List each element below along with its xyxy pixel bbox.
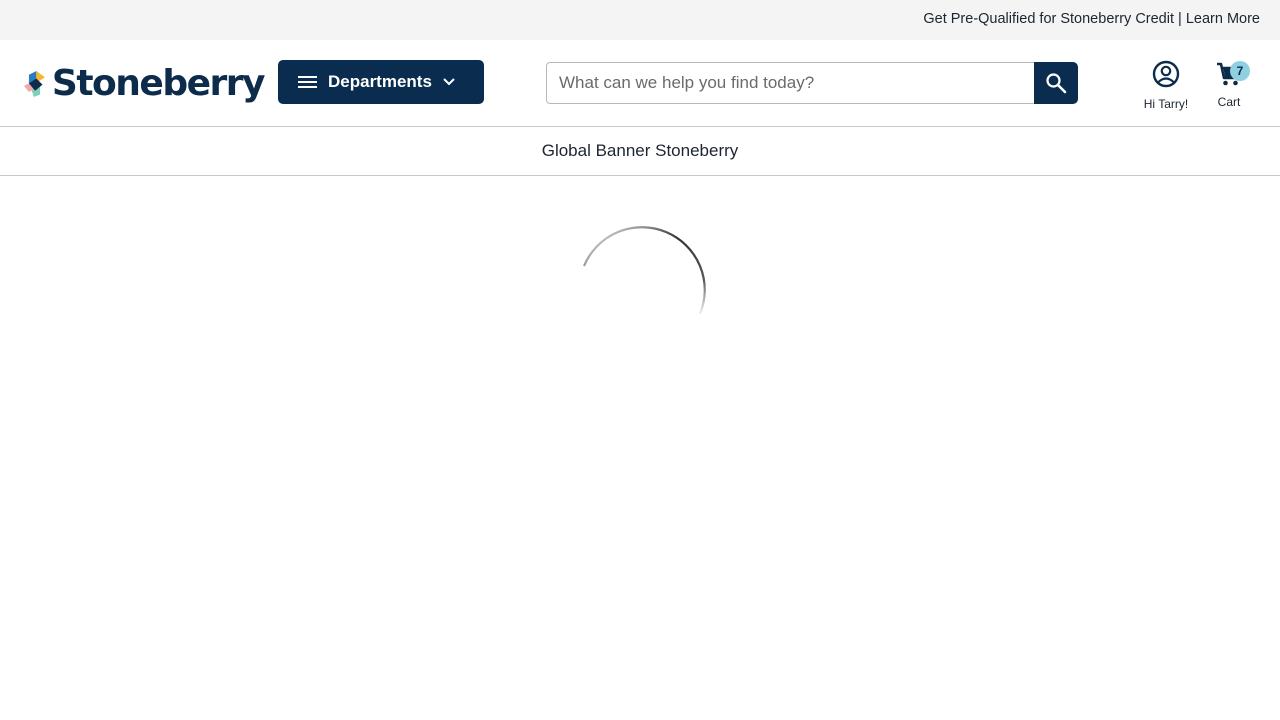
global-banner: Global Banner Stoneberry	[0, 127, 1280, 176]
account-link[interactable]: Hi Tarry!	[1136, 60, 1196, 112]
search-icon	[1046, 73, 1067, 94]
logo-wordmark: Stoneberry	[51, 63, 266, 104]
cart-label: Cart	[1217, 95, 1241, 109]
user-circle-icon	[1152, 60, 1180, 88]
search-bar	[546, 62, 1078, 104]
learn-more-link[interactable]: Learn More	[1186, 11, 1260, 27]
loading-spinner	[582, 226, 706, 315]
credit-promo: Get Pre-Qualified for Stoneberry Credit …	[923, 11, 1260, 27]
prequalify-link[interactable]: Get Pre-Qualified for Stoneberry Credit	[923, 11, 1174, 27]
departments-label: Departments	[328, 72, 432, 91]
search-button[interactable]	[1034, 62, 1078, 104]
cart-count-badge: 7	[1230, 61, 1250, 81]
cart-link[interactable]: 7 Cart	[1206, 60, 1252, 112]
site-header: Stoneberry Departments Hi Tarry!	[0, 40, 1280, 127]
top-promo-bar: Get Pre-Qualified for Stoneberry Credit …	[0, 0, 1280, 40]
account-greeting: Hi Tarry!	[1143, 97, 1189, 111]
stoneberry-logo[interactable]: Stoneberry	[24, 62, 266, 106]
logo-mark-icon	[24, 71, 45, 97]
global-banner-text: Global Banner Stoneberry	[541, 141, 739, 160]
chevron-down-icon	[443, 78, 455, 86]
hamburger-icon	[298, 76, 317, 88]
promo-separator: |	[1178, 11, 1182, 27]
search-input[interactable]	[546, 62, 1035, 104]
departments-button[interactable]: Departments	[278, 60, 484, 104]
